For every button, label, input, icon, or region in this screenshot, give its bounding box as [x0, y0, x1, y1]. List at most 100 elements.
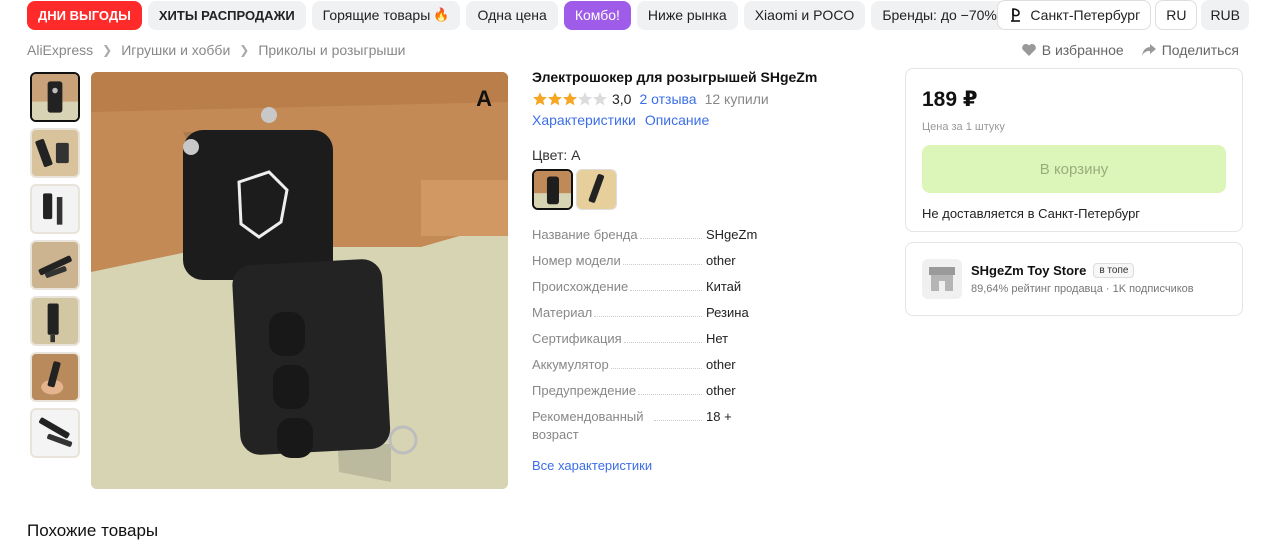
breadcrumb-item-home[interactable]: AliExpress	[27, 42, 93, 58]
similar-products-title: Похожие товары	[27, 521, 159, 540]
spec-key: Рекомендованный возраст	[532, 408, 706, 444]
spec-dotted-leader	[654, 420, 702, 421]
thumbnail-list	[30, 72, 82, 464]
language-button[interactable]: RU	[1155, 0, 1198, 30]
thumbnail[interactable]	[30, 408, 80, 458]
spec-dotted-leader	[638, 394, 702, 395]
rating-value: 3,0	[612, 91, 632, 107]
product-photo	[91, 72, 508, 489]
spec-value: other	[706, 253, 736, 268]
spec-row: Происхождение Китай	[532, 278, 882, 304]
thumbnail[interactable]	[30, 352, 80, 402]
color-swatches	[532, 169, 882, 210]
thumbnail[interactable]	[30, 184, 80, 234]
promo-chip-below-market[interactable]: Ниже рынка	[636, 0, 738, 30]
store-card[interactable]: SHgeZm Toy Store в топе 89,64% рейтинг п…	[905, 242, 1243, 316]
price: 189 ₽	[922, 88, 978, 111]
star-icon	[593, 92, 607, 106]
fire-icon: 🔥	[433, 7, 450, 22]
spec-row: Аккумулятор other	[532, 356, 882, 382]
variant-label: A	[476, 86, 492, 111]
share-icon	[1141, 44, 1156, 56]
price-note: Цена за 1 штуку	[922, 121, 1005, 133]
rating-row: 3,0 2 отзыва 12 купили	[532, 91, 882, 107]
spec-key: Название бренда	[532, 226, 706, 244]
spec-value: Резина	[706, 305, 749, 320]
spec-key-label: Рекомендованный возраст	[532, 408, 652, 444]
all-characteristics-link[interactable]: Все характеристики	[532, 458, 882, 473]
favorite-label: В избранное	[1041, 42, 1124, 58]
spec-list: Название бренда SHgeZm Номер модели other Пр…	[532, 226, 882, 452]
promo-chip-hits[interactable]: Хиты распродажи	[147, 0, 306, 30]
star-icon	[548, 92, 562, 106]
chevron-right-icon: ❯	[239, 43, 250, 57]
spec-row: Предупреждение other	[532, 382, 882, 408]
share-label: Поделиться	[1161, 42, 1239, 58]
promo-chip-combo[interactable]: Комбо!	[563, 0, 631, 30]
promo-chip-brands[interactable]: Бренды: до −70%	[871, 0, 1008, 30]
thumbnail[interactable]	[30, 240, 80, 290]
breadcrumb-item-category[interactable]: Игрушки и хобби	[121, 42, 230, 58]
rating-stars	[532, 91, 607, 107]
heart-icon	[1021, 43, 1036, 56]
spec-row: Номер модели other	[532, 252, 882, 278]
favorite-button[interactable]: В избранное	[1021, 42, 1124, 58]
promo-chip-hot[interactable]: Горящие товары 🔥	[311, 0, 461, 30]
spec-dotted-leader	[630, 290, 702, 291]
add-to-cart-button[interactable]: В корзину	[922, 145, 1226, 193]
tab-description[interactable]: Описание	[645, 112, 709, 128]
product-actions: В избранное Поделиться	[1004, 42, 1239, 58]
color-label: Цвет: A	[532, 147, 581, 163]
location-label: Санкт-Петербург	[1030, 7, 1141, 23]
spec-key-label: Номер модели	[532, 252, 621, 270]
color-swatch-a[interactable]	[532, 169, 573, 210]
promo-chip-one-price[interactable]: Одна цена	[466, 0, 558, 30]
spec-key: Аккумулятор	[532, 356, 706, 374]
thumbnail[interactable]	[30, 128, 80, 178]
spec-dotted-leader	[623, 342, 702, 343]
delivery-status: Не доставляется в Санкт-Петербург	[922, 206, 1141, 221]
spec-dotted-leader	[639, 238, 702, 239]
share-button[interactable]: Поделиться	[1141, 42, 1239, 58]
product-info: Электрошокер для розыгрышей SHgeZm 3,0 2…	[532, 68, 882, 473]
spec-dotted-leader	[622, 264, 702, 265]
spec-key-label: Сертификация	[532, 330, 622, 348]
breadcrumb: AliExpress ❯ Игрушки и хобби ❯ Приколы и…	[27, 42, 406, 58]
tab-characteristics[interactable]: Характеристики	[532, 112, 636, 128]
thumbnail[interactable]	[30, 72, 80, 122]
spec-value: SHgeZm	[706, 227, 758, 242]
product-main-image[interactable]: A	[91, 72, 508, 489]
spec-value: other	[706, 383, 736, 398]
spec-key-label: Предупреждение	[532, 382, 637, 400]
spec-key-label: Материал	[532, 304, 593, 322]
spec-key-label: Аккумулятор	[532, 356, 609, 374]
currency-button[interactable]: RUB	[1201, 0, 1249, 30]
reviews-link[interactable]: 2 отзыва	[639, 91, 696, 107]
spec-dotted-leader	[610, 368, 702, 369]
product-title: Электрошокер для розыгрышей SHgeZm	[532, 69, 818, 85]
spec-key: Материал	[532, 304, 706, 322]
promo-bar: Дни выгоды Хиты распродажи Горящие товар…	[27, 0, 1249, 30]
store-name[interactable]: SHgeZm Toy Store	[971, 263, 1086, 278]
location-button[interactable]: Санкт-Петербург	[997, 0, 1152, 30]
store-icon	[922, 259, 962, 299]
promo-chip-xiaomi[interactable]: Xiaomi и POCO	[743, 0, 866, 30]
spec-dotted-leader	[594, 316, 702, 317]
star-icon	[578, 92, 592, 106]
spec-row: Название бренда SHgeZm	[532, 226, 882, 252]
promo-chip-days[interactable]: Дни выгоды	[27, 0, 142, 30]
promo-chip-hot-label: Горящие товары	[322, 7, 431, 23]
spec-row: Материал Резина	[532, 304, 882, 330]
breadcrumb-item-subcategory[interactable]: Приколы и розыгрыши	[258, 42, 405, 58]
info-tabs: Характеристики Описание	[532, 112, 882, 128]
thumbnail[interactable]	[30, 296, 80, 346]
spec-value: Нет	[706, 331, 729, 346]
spec-row: Рекомендованный возраст 18 +	[532, 408, 882, 452]
spec-row: Сертификация Нет	[532, 330, 882, 356]
spec-key-label: Название бренда	[532, 226, 638, 244]
color-swatch-b[interactable]	[576, 169, 617, 210]
buy-box: 189 ₽ Цена за 1 штуку В корзину Не доста…	[905, 68, 1243, 232]
spec-key: Предупреждение	[532, 382, 706, 400]
spec-value: other	[706, 357, 736, 372]
spec-key: Происхождение	[532, 278, 706, 296]
